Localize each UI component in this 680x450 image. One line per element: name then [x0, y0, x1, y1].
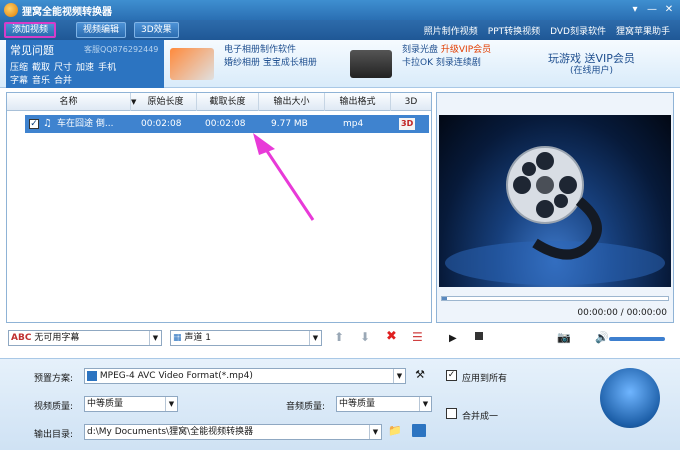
video-quality-value: 中等质量	[87, 399, 124, 409]
open-folder-icon[interactable]	[412, 424, 426, 437]
app-icon	[4, 3, 18, 17]
3d-effect-button[interactable]: 3D效果	[134, 22, 179, 38]
move-down-icon[interactable]: ⬇	[360, 330, 370, 344]
move-up-icon[interactable]: ⬆	[334, 330, 344, 344]
output-path-value: d:\My Documents\狸窝\全能视频转换器	[87, 427, 254, 437]
faq-compress[interactable]: 压缩	[10, 60, 28, 73]
faq-links-row-1: 压缩 截取 尺寸 加速 手机	[10, 60, 116, 73]
promo-burn-line2: 卡拉OK 刻录连续剧	[402, 58, 481, 68]
window-controls: ▾ — ✕	[628, 3, 676, 16]
chevron-down-icon: ▼	[149, 331, 161, 345]
chevron-down-icon: ▼	[369, 425, 381, 439]
faq-speed[interactable]: 加速	[76, 60, 94, 73]
track-bar: ABC 无可用字幕 ▼ ▦ 声道 1 ▼ ⬆ ⬇ ✖ ☰	[6, 326, 432, 350]
burn-disc-icon[interactable]	[350, 50, 392, 78]
support-qq: 客服QQ876292449	[84, 45, 159, 54]
chevron-down-icon: ▼	[393, 369, 405, 383]
subtitle-icon: ABC	[11, 333, 32, 343]
audio-quality-value: 中等质量	[339, 399, 376, 409]
stop-icon[interactable]	[475, 332, 483, 340]
camera-icon[interactable]: 📷	[557, 331, 571, 344]
promo-burn[interactable]: 刻录光盘 升级VIP会员 卡拉OK 刻录连续剧	[402, 44, 491, 70]
main-toolbar: 添加视频 视频编辑 3D效果 照片制作视频 PPT转换视频 DVD刻录软件 狸窝…	[0, 20, 680, 40]
link-apple-helper[interactable]: 狸窝苹果助手	[616, 24, 670, 37]
advanced-settings-icon[interactable]: ⚒	[412, 368, 428, 384]
faq-merge[interactable]: 合并	[54, 73, 72, 86]
preset-label: 预置方案:	[34, 374, 74, 384]
clear-list-icon[interactable]: ☰	[412, 330, 423, 344]
video-edit-button[interactable]: 视频编辑	[76, 22, 127, 38]
output-path-select[interactable]: d:\My Documents\狸窝\全能视频转换器 ▼	[84, 424, 382, 440]
link-ppt-video[interactable]: PPT转换视频	[488, 24, 540, 37]
merge-checkbox[interactable]	[446, 408, 457, 419]
faq-links-row-2: 字幕 音乐 合并	[10, 73, 72, 86]
faq-clip[interactable]: 截取	[32, 60, 50, 73]
title-bar: 狸窝全能视频转换器 ▾ — ✕	[0, 0, 680, 20]
promo-album[interactable]: 电子相册制作软件 婚纱相册 宝宝成长相册	[224, 44, 317, 70]
faq-music[interactable]: 音乐	[32, 73, 50, 86]
annotation-arrow	[253, 133, 315, 221]
minimize-icon[interactable]: —	[645, 3, 659, 16]
faq-panel: 常见问题 客服QQ876292449 压缩 截取 尺寸 加速 手机 字幕 音乐 …	[6, 40, 164, 88]
promo-burn-line1: 刻录光盘	[402, 45, 439, 55]
window-title: 狸窝全能视频转换器	[22, 7, 112, 18]
progress-fill	[442, 297, 447, 300]
chevron-down-icon: ▼	[419, 397, 431, 411]
skin-icon[interactable]: ▾	[628, 3, 642, 16]
apply-all-label: 应用到所有	[462, 374, 508, 384]
audio-quality-select[interactable]: 中等质量 ▼	[336, 396, 432, 412]
promo-game-line2: (在线用户)	[569, 66, 613, 76]
promo-vip: 升级VIP会员	[440, 45, 492, 55]
top-links: 照片制作视频 PPT转换视频 DVD刻录软件 狸窝苹果助手	[424, 24, 670, 37]
close-icon[interactable]: ✕	[662, 3, 676, 16]
promo-game-line1: 玩游戏 送VIP会员	[548, 52, 635, 65]
audio-value: 声道 1	[184, 333, 211, 343]
link-dvd-burn[interactable]: DVD刻录软件	[550, 24, 606, 37]
preview-screen	[439, 115, 671, 287]
promo-album-line2: 婚纱相册 宝宝成长相册	[224, 58, 317, 68]
promo-album-line1: 电子相册制作软件	[224, 45, 297, 55]
faq-phone[interactable]: 手机	[98, 60, 116, 73]
video-quality-select[interactable]: 中等质量 ▼	[84, 396, 178, 412]
chevron-down-icon: ▼	[309, 331, 321, 345]
photo-album-icon[interactable]	[170, 48, 214, 80]
audio-select[interactable]: ▦ 声道 1 ▼	[170, 330, 322, 346]
subtitle-value: 无可用字幕	[34, 333, 80, 343]
convert-button[interactable]	[600, 368, 660, 428]
faq-title[interactable]: 常见问题	[10, 42, 54, 58]
film-reel-icon	[445, 146, 665, 285]
volume-slider[interactable]	[609, 337, 665, 341]
apply-all-checkbox[interactable]: ✓	[446, 370, 457, 381]
file-table: 名称 ▼ 原始长度 截取长度 输出大小 输出格式 3D ✓ ♫ 车在囧途 倒..…	[6, 92, 432, 323]
volume-icon[interactable]: 🔊	[595, 331, 609, 344]
faq-size[interactable]: 尺寸	[54, 60, 72, 73]
video-quality-label: 视频质量:	[34, 402, 74, 412]
chevron-down-icon: ▼	[165, 397, 177, 411]
faq-subtitle[interactable]: 字幕	[10, 73, 28, 86]
promo-game[interactable]: 玩游戏 送VIP会员 (在线用户)	[548, 52, 635, 78]
play-icon[interactable]: ▶	[449, 333, 457, 344]
preset-value: MPEG-4 AVC Video Format(*.mp4)	[99, 371, 253, 381]
preview-panel: 00:00:00 / 00:00:00 ▶ 📷 🔊	[436, 92, 674, 344]
add-video-button[interactable]: 添加视频	[4, 22, 57, 38]
preview-progress[interactable]	[441, 296, 669, 301]
subtitle-select[interactable]: ABC 无可用字幕 ▼	[8, 330, 162, 346]
audio-quality-label: 音频质量:	[286, 402, 326, 412]
delete-icon[interactable]: ✖	[386, 329, 397, 344]
mp4-icon	[87, 370, 97, 381]
time-readout: 00:00:00 / 00:00:00	[577, 308, 667, 318]
audio-icon: ▦	[173, 333, 182, 343]
link-photo-video[interactable]: 照片制作视频	[424, 24, 478, 37]
merge-label: 合并成一	[462, 412, 499, 422]
output-label: 输出目录:	[34, 430, 74, 440]
preset-select[interactable]: MPEG-4 AVC Video Format(*.mp4) ▼	[84, 368, 406, 384]
folder-icon[interactable]: 📁	[388, 424, 402, 437]
